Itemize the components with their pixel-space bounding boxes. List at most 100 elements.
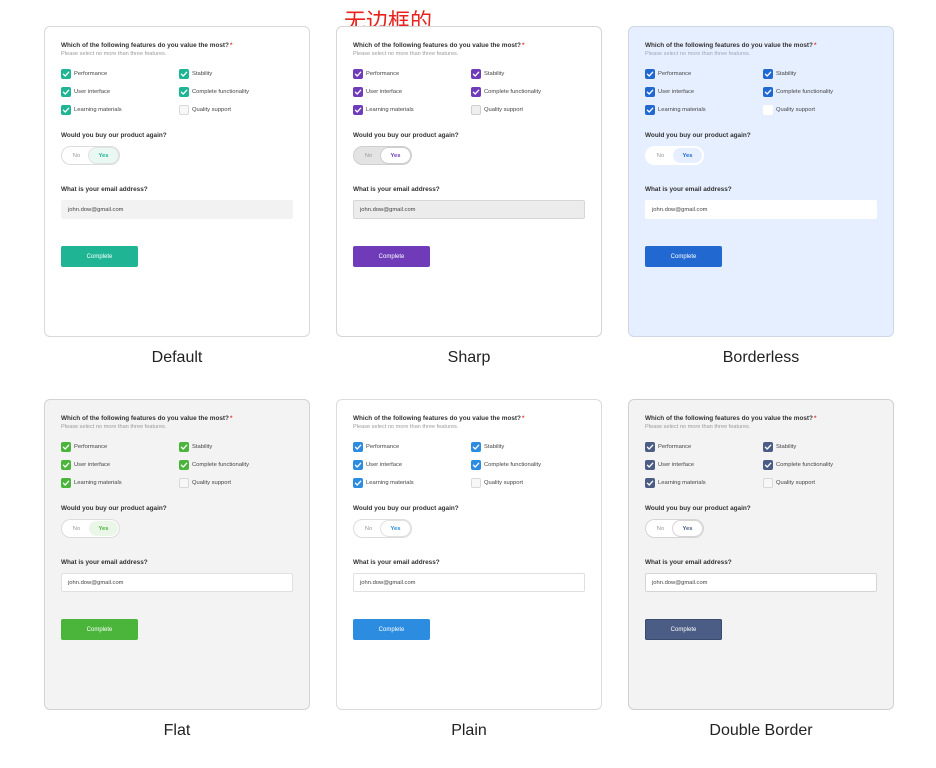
checkbox-checked-icon[interactable] (763, 460, 773, 470)
buy-again-toggle[interactable]: No Yes (61, 519, 120, 538)
checkbox-checked-icon[interactable] (645, 460, 655, 470)
feature-checkbox[interactable]: User interface (61, 460, 179, 470)
feature-checkbox[interactable]: Stability (179, 69, 297, 79)
toggle-option-no[interactable]: No (646, 526, 675, 532)
checkbox-unchecked-icon[interactable] (179, 105, 189, 115)
checkbox-checked-icon[interactable] (353, 87, 363, 97)
toggle-option-no[interactable]: No (62, 153, 91, 159)
email-input[interactable]: john.dow@gmail.com (353, 573, 585, 592)
feature-checkbox[interactable]: Performance (353, 442, 471, 452)
feature-checkbox[interactable]: Stability (763, 442, 881, 452)
checkbox-checked-icon[interactable] (61, 478, 71, 488)
buy-again-toggle[interactable]: No Yes (353, 146, 412, 165)
complete-button[interactable]: Complete (61, 246, 138, 267)
checkbox-checked-icon[interactable] (471, 460, 481, 470)
checkbox-checked-icon[interactable] (645, 105, 655, 115)
checkbox-checked-icon[interactable] (61, 460, 71, 470)
checkbox-checked-icon[interactable] (353, 442, 363, 452)
feature-checkbox[interactable]: Learning materials (353, 478, 471, 488)
checkbox-checked-icon[interactable] (645, 87, 655, 97)
feature-checkbox[interactable]: Quality support (763, 478, 881, 488)
feature-checkbox[interactable]: Complete functionality (763, 87, 881, 97)
toggle-option-yes[interactable]: Yes (89, 148, 118, 163)
checkbox-checked-icon[interactable] (61, 69, 71, 79)
toggle-option-no[interactable]: No (354, 526, 383, 532)
checkbox-checked-icon[interactable] (353, 478, 363, 488)
checkbox-checked-icon[interactable] (179, 87, 189, 97)
feature-checkbox[interactable]: Learning materials (61, 105, 179, 115)
buy-again-toggle[interactable]: No Yes (353, 519, 412, 538)
feature-checkbox[interactable]: Quality support (471, 105, 589, 115)
complete-button[interactable]: Complete (353, 246, 430, 267)
buy-again-toggle[interactable]: No Yes (645, 519, 704, 538)
checkbox-checked-icon[interactable] (61, 87, 71, 97)
toggle-option-yes[interactable]: Yes (673, 148, 702, 163)
checkbox-checked-icon[interactable] (179, 442, 189, 452)
checkbox-checked-icon[interactable] (353, 460, 363, 470)
checkbox-checked-icon[interactable] (645, 442, 655, 452)
feature-checkbox[interactable]: Stability (763, 69, 881, 79)
toggle-option-yes[interactable]: Yes (673, 521, 702, 536)
checkbox-checked-icon[interactable] (471, 442, 481, 452)
feature-checkbox[interactable]: Quality support (179, 478, 297, 488)
feature-checkbox[interactable]: Stability (471, 442, 589, 452)
feature-checkbox[interactable]: User interface (353, 87, 471, 97)
feature-checkbox[interactable]: User interface (645, 87, 763, 97)
checkbox-checked-icon[interactable] (179, 460, 189, 470)
toggle-option-no[interactable]: No (354, 153, 383, 159)
feature-checkbox[interactable]: Complete functionality (179, 460, 297, 470)
checkbox-checked-icon[interactable] (179, 69, 189, 79)
feature-checkbox[interactable]: Performance (645, 69, 763, 79)
checkbox-checked-icon[interactable] (61, 442, 71, 452)
email-input[interactable]: john.dow@gmail.com (645, 200, 877, 219)
toggle-option-yes[interactable]: Yes (381, 521, 410, 536)
feature-checkbox[interactable]: Complete functionality (179, 87, 297, 97)
checkbox-unchecked-icon[interactable] (471, 105, 481, 115)
feature-checkbox[interactable]: User interface (645, 460, 763, 470)
toggle-option-no[interactable]: No (62, 526, 91, 532)
feature-checkbox[interactable]: Performance (61, 442, 179, 452)
checkbox-checked-icon[interactable] (763, 87, 773, 97)
checkbox-checked-icon[interactable] (353, 69, 363, 79)
complete-button[interactable]: Complete (645, 246, 722, 267)
checkbox-unchecked-icon[interactable] (763, 105, 773, 115)
buy-again-toggle[interactable]: No Yes (645, 146, 704, 165)
complete-button[interactable]: Complete (353, 619, 430, 640)
email-input[interactable]: john.dow@gmail.com (61, 573, 293, 592)
checkbox-checked-icon[interactable] (471, 69, 481, 79)
feature-checkbox[interactable]: Performance (353, 69, 471, 79)
feature-checkbox[interactable]: Complete functionality (471, 87, 589, 97)
email-input[interactable]: john.dow@gmail.com (61, 200, 293, 219)
feature-checkbox[interactable]: Complete functionality (763, 460, 881, 470)
feature-checkbox[interactable]: Complete functionality (471, 460, 589, 470)
feature-checkbox[interactable]: Learning materials (645, 105, 763, 115)
buy-again-toggle[interactable]: No Yes (61, 146, 120, 165)
feature-checkbox[interactable]: Learning materials (645, 478, 763, 488)
checkbox-checked-icon[interactable] (763, 69, 773, 79)
feature-checkbox[interactable]: Quality support (763, 105, 881, 115)
feature-checkbox[interactable]: Learning materials (353, 105, 471, 115)
toggle-option-yes[interactable]: Yes (381, 148, 410, 163)
checkbox-checked-icon[interactable] (645, 69, 655, 79)
checkbox-unchecked-icon[interactable] (763, 478, 773, 488)
toggle-option-no[interactable]: No (646, 153, 675, 159)
feature-checkbox[interactable]: Learning materials (61, 478, 179, 488)
feature-checkbox[interactable]: Quality support (179, 105, 297, 115)
checkbox-unchecked-icon[interactable] (471, 478, 481, 488)
feature-checkbox[interactable]: Stability (471, 69, 589, 79)
checkbox-checked-icon[interactable] (471, 87, 481, 97)
checkbox-checked-icon[interactable] (763, 442, 773, 452)
feature-checkbox[interactable]: Quality support (471, 478, 589, 488)
complete-button[interactable]: Complete (645, 619, 722, 640)
email-input[interactable]: john.dow@gmail.com (645, 573, 877, 592)
checkbox-unchecked-icon[interactable] (179, 478, 189, 488)
toggle-option-yes[interactable]: Yes (89, 521, 118, 536)
feature-checkbox[interactable]: User interface (61, 87, 179, 97)
checkbox-checked-icon[interactable] (645, 478, 655, 488)
feature-checkbox[interactable]: User interface (353, 460, 471, 470)
checkbox-checked-icon[interactable] (353, 105, 363, 115)
feature-checkbox[interactable]: Performance (61, 69, 179, 79)
feature-checkbox[interactable]: Performance (645, 442, 763, 452)
feature-checkbox[interactable]: Stability (179, 442, 297, 452)
checkbox-checked-icon[interactable] (61, 105, 71, 115)
